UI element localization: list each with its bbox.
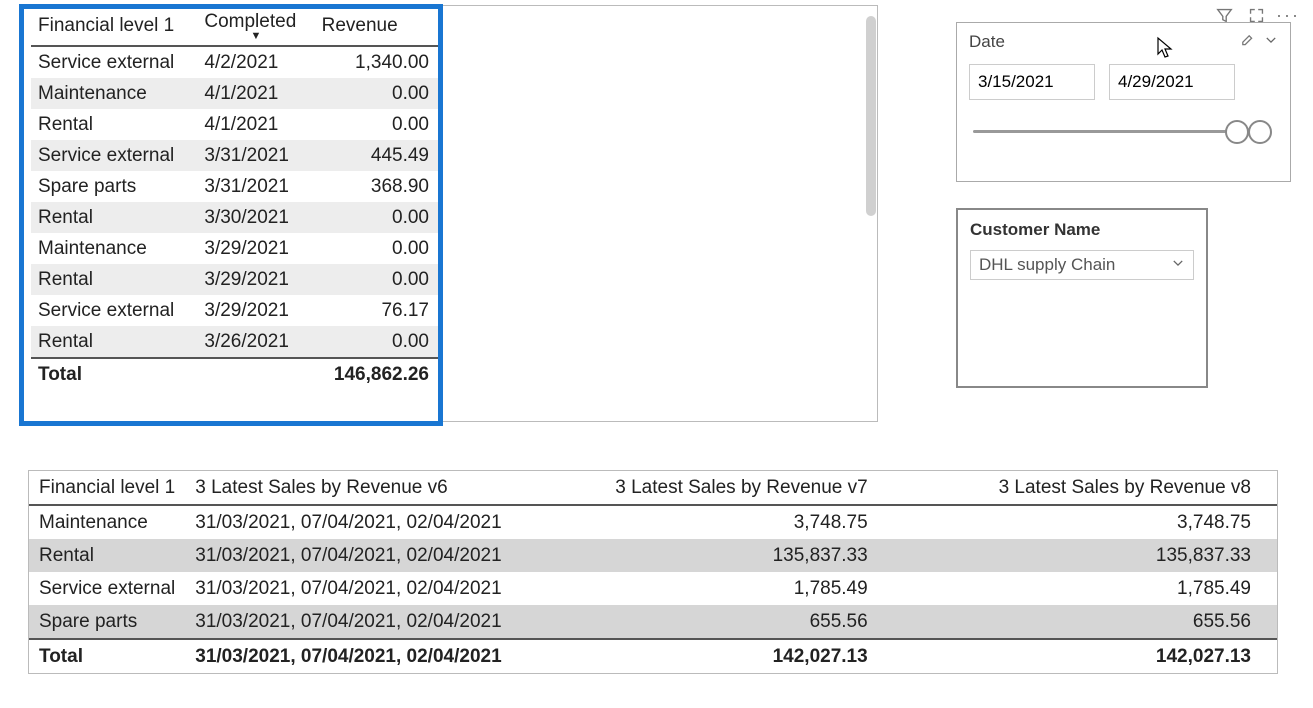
cell-completed: 3/30/2021 <box>197 202 314 233</box>
cell-v6: 31/03/2021, 07/04/2021, 02/04/2021 <box>185 505 605 539</box>
cell-revenue: 445.49 <box>315 140 441 171</box>
bottom-table-body: Maintenance31/03/2021, 07/04/2021, 02/04… <box>29 505 1277 639</box>
bot-col-financial-level[interactable]: Financial level 1 <box>29 471 185 505</box>
bot-col-v7[interactable]: 3 Latest Sales by Revenue v7 <box>605 471 893 505</box>
cell-revenue: 0.00 <box>315 202 441 233</box>
cell-financial-level: Maintenance <box>31 233 197 264</box>
cell-financial-level: Maintenance <box>31 78 197 109</box>
table-row[interactable]: Service external3/29/202176.17 <box>31 295 441 326</box>
table-row[interactable]: Rental31/03/2021, 07/04/2021, 02/04/2021… <box>29 539 1277 572</box>
cell-completed: 3/31/2021 <box>197 171 314 202</box>
table-row[interactable]: Rental3/30/20210.00 <box>31 202 441 233</box>
cell-v8: 1,785.49 <box>894 572 1277 605</box>
date-end-input[interactable] <box>1109 64 1235 100</box>
date-start-input[interactable] <box>969 64 1095 100</box>
date-slicer[interactable]: Date <box>956 22 1291 182</box>
slider-handle-end[interactable] <box>1248 120 1272 144</box>
table-row[interactable]: Service external3/31/2021445.49 <box>31 140 441 171</box>
cell-revenue: 0.00 <box>315 326 441 358</box>
sort-desc-icon: ▼ <box>204 31 307 41</box>
cell-v8: 3,748.75 <box>894 505 1277 539</box>
cell-financial-level: Rental <box>31 326 197 358</box>
cell-v8: 135,837.33 <box>894 539 1277 572</box>
chevron-down-icon <box>1171 255 1185 275</box>
eraser-icon[interactable] <box>1238 31 1254 52</box>
table-row[interactable]: Service external4/2/20211,340.00 <box>31 46 441 78</box>
cell-financial-level: Spare parts <box>31 171 197 202</box>
cell-v6: 31/03/2021, 07/04/2021, 02/04/2021 <box>185 572 605 605</box>
date-range-slider[interactable] <box>969 124 1278 148</box>
chevron-down-icon[interactable] <box>1264 32 1278 52</box>
cell-v7: 135,837.33 <box>605 539 893 572</box>
cell-completed: 4/2/2021 <box>197 46 314 78</box>
cell-revenue: 0.00 <box>315 78 441 109</box>
bot-total-c3: 142,027.13 <box>894 639 1277 673</box>
slider-handle-start[interactable] <box>1225 120 1249 144</box>
table-row[interactable]: Maintenance31/03/2021, 07/04/2021, 02/04… <box>29 505 1277 539</box>
cell-financial-level: Rental <box>31 109 197 140</box>
customer-slicer-title: Customer Name <box>970 220 1194 240</box>
bot-total-label: Total <box>29 639 185 673</box>
cell-financial-level: Rental <box>29 539 185 572</box>
cell-financial-level: Service external <box>31 46 197 78</box>
cell-v8: 655.56 <box>894 605 1277 639</box>
top-table-scrollbar[interactable] <box>866 16 876 216</box>
cell-v6: 31/03/2021, 07/04/2021, 02/04/2021 <box>185 539 605 572</box>
bottom-table: Financial level 1 3 Latest Sales by Reve… <box>29 471 1277 673</box>
cell-financial-level: Rental <box>31 264 197 295</box>
top-col-financial-level[interactable]: Financial level 1 <box>31 6 197 46</box>
top-table: Financial level 1 Completed ▼ Revenue Se… <box>31 6 441 390</box>
cell-financial-level: Service external <box>31 295 197 326</box>
cell-revenue: 0.00 <box>315 109 441 140</box>
top-total-value: 146,862.26 <box>315 358 441 390</box>
cell-completed: 3/29/2021 <box>197 233 314 264</box>
bottom-table-visual[interactable]: Financial level 1 3 Latest Sales by Reve… <box>28 470 1278 674</box>
slider-track <box>973 130 1230 133</box>
top-col-revenue[interactable]: Revenue <box>315 6 441 46</box>
cell-revenue: 368.90 <box>315 171 441 202</box>
cell-financial-level: Spare parts <box>29 605 185 639</box>
bot-total-c2: 142,027.13 <box>605 639 893 673</box>
cell-completed: 3/29/2021 <box>197 295 314 326</box>
cell-completed: 3/31/2021 <box>197 140 314 171</box>
table-row[interactable]: Spare parts31/03/2021, 07/04/2021, 02/04… <box>29 605 1277 639</box>
bot-total-c1: 31/03/2021, 07/04/2021, 02/04/2021 <box>185 639 605 673</box>
cell-completed: 3/26/2021 <box>197 326 314 358</box>
table-row[interactable]: Maintenance3/29/20210.00 <box>31 233 441 264</box>
cell-completed: 4/1/2021 <box>197 109 314 140</box>
top-table-visual[interactable]: Financial level 1 Completed ▼ Revenue Se… <box>25 5 878 422</box>
table-row[interactable]: Rental3/26/20210.00 <box>31 326 441 358</box>
date-slicer-title: Date <box>969 32 1005 52</box>
table-row[interactable]: Rental3/29/20210.00 <box>31 264 441 295</box>
table-row[interactable]: Spare parts3/31/2021368.90 <box>31 171 441 202</box>
cell-v7: 655.56 <box>605 605 893 639</box>
customer-selected-value: DHL supply Chain <box>979 255 1115 275</box>
cell-financial-level: Service external <box>29 572 185 605</box>
top-col-completed-label: Completed <box>204 11 296 32</box>
cell-financial-level: Rental <box>31 202 197 233</box>
top-table-body: Service external4/2/20211,340.00Maintena… <box>31 46 441 358</box>
table-row[interactable]: Rental4/1/20210.00 <box>31 109 441 140</box>
cell-revenue: 0.00 <box>315 264 441 295</box>
cell-v7: 3,748.75 <box>605 505 893 539</box>
cell-v7: 1,785.49 <box>605 572 893 605</box>
cell-revenue: 76.17 <box>315 295 441 326</box>
cell-revenue: 1,340.00 <box>315 46 441 78</box>
top-col-completed[interactable]: Completed ▼ <box>197 6 314 46</box>
customer-dropdown[interactable]: DHL supply Chain <box>970 250 1194 280</box>
cell-financial-level: Maintenance <box>29 505 185 539</box>
bot-col-v6[interactable]: 3 Latest Sales by Revenue v6 <box>185 471 605 505</box>
bot-col-v8[interactable]: 3 Latest Sales by Revenue v8 <box>894 471 1277 505</box>
cell-completed: 3/29/2021 <box>197 264 314 295</box>
customer-slicer[interactable]: Customer Name DHL supply Chain <box>956 208 1208 388</box>
cell-financial-level: Service external <box>31 140 197 171</box>
table-row[interactable]: Maintenance4/1/20210.00 <box>31 78 441 109</box>
top-total-label: Total <box>31 358 197 390</box>
cell-v6: 31/03/2021, 07/04/2021, 02/04/2021 <box>185 605 605 639</box>
cell-completed: 4/1/2021 <box>197 78 314 109</box>
cell-revenue: 0.00 <box>315 233 441 264</box>
table-row[interactable]: Service external31/03/2021, 07/04/2021, … <box>29 572 1277 605</box>
